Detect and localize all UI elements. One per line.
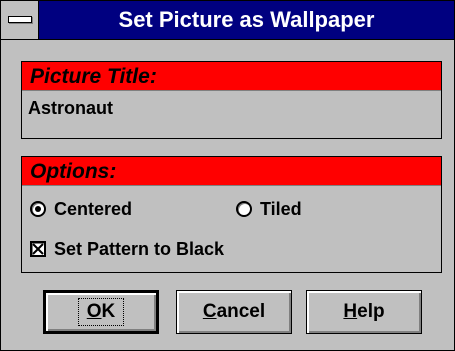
ok-mnemonic: O [86, 301, 102, 322]
ok-button[interactable]: OK [43, 290, 159, 334]
checkmark-x-icon [32, 243, 44, 255]
radio-selected-dot [35, 206, 41, 212]
help-mnemonic: H [343, 301, 358, 322]
radio-centered-label[interactable]: Centered [54, 199, 132, 220]
dialog-title: Set Picture as Wallpaper [118, 7, 375, 32]
wallpaper-dialog: Set Picture as Wallpaper Picture Title: … [0, 0, 455, 351]
cancel-mnemonic: C [202, 301, 217, 322]
system-menu-icon [8, 16, 32, 23]
help-label-rest: elp [357, 301, 385, 322]
cancel-label-rest: ancel [216, 301, 266, 322]
cancel-button[interactable]: Cancel [176, 290, 292, 334]
options-header: Options: [22, 157, 441, 186]
ok-button-focus: OK [77, 298, 125, 326]
radio-centered-indicator[interactable] [30, 201, 46, 217]
radio-tiled-indicator[interactable] [236, 201, 252, 217]
help-button[interactable]: Help [306, 290, 422, 334]
ok-label-rest: K [101, 301, 116, 322]
radio-tiled-label[interactable]: Tiled [260, 199, 302, 220]
options-group: Options: Centered Tiled Set Pattern to B… [21, 156, 442, 273]
picture-title-header: Picture Title: [22, 62, 441, 91]
title-bar[interactable]: Set Picture as Wallpaper [1, 1, 454, 40]
radio-centered[interactable]: Centered [30, 197, 132, 221]
picture-title-group: Picture Title: Astronaut [21, 61, 442, 139]
checkbox-set-pattern-label[interactable]: Set Pattern to Black [54, 239, 224, 260]
checkbox-set-pattern-box[interactable] [30, 241, 46, 257]
picture-title-value: Astronaut [28, 98, 113, 118]
radio-tiled[interactable]: Tiled [236, 197, 302, 221]
system-menu-button[interactable] [1, 1, 39, 39]
checkbox-set-pattern[interactable]: Set Pattern to Black [30, 237, 224, 261]
